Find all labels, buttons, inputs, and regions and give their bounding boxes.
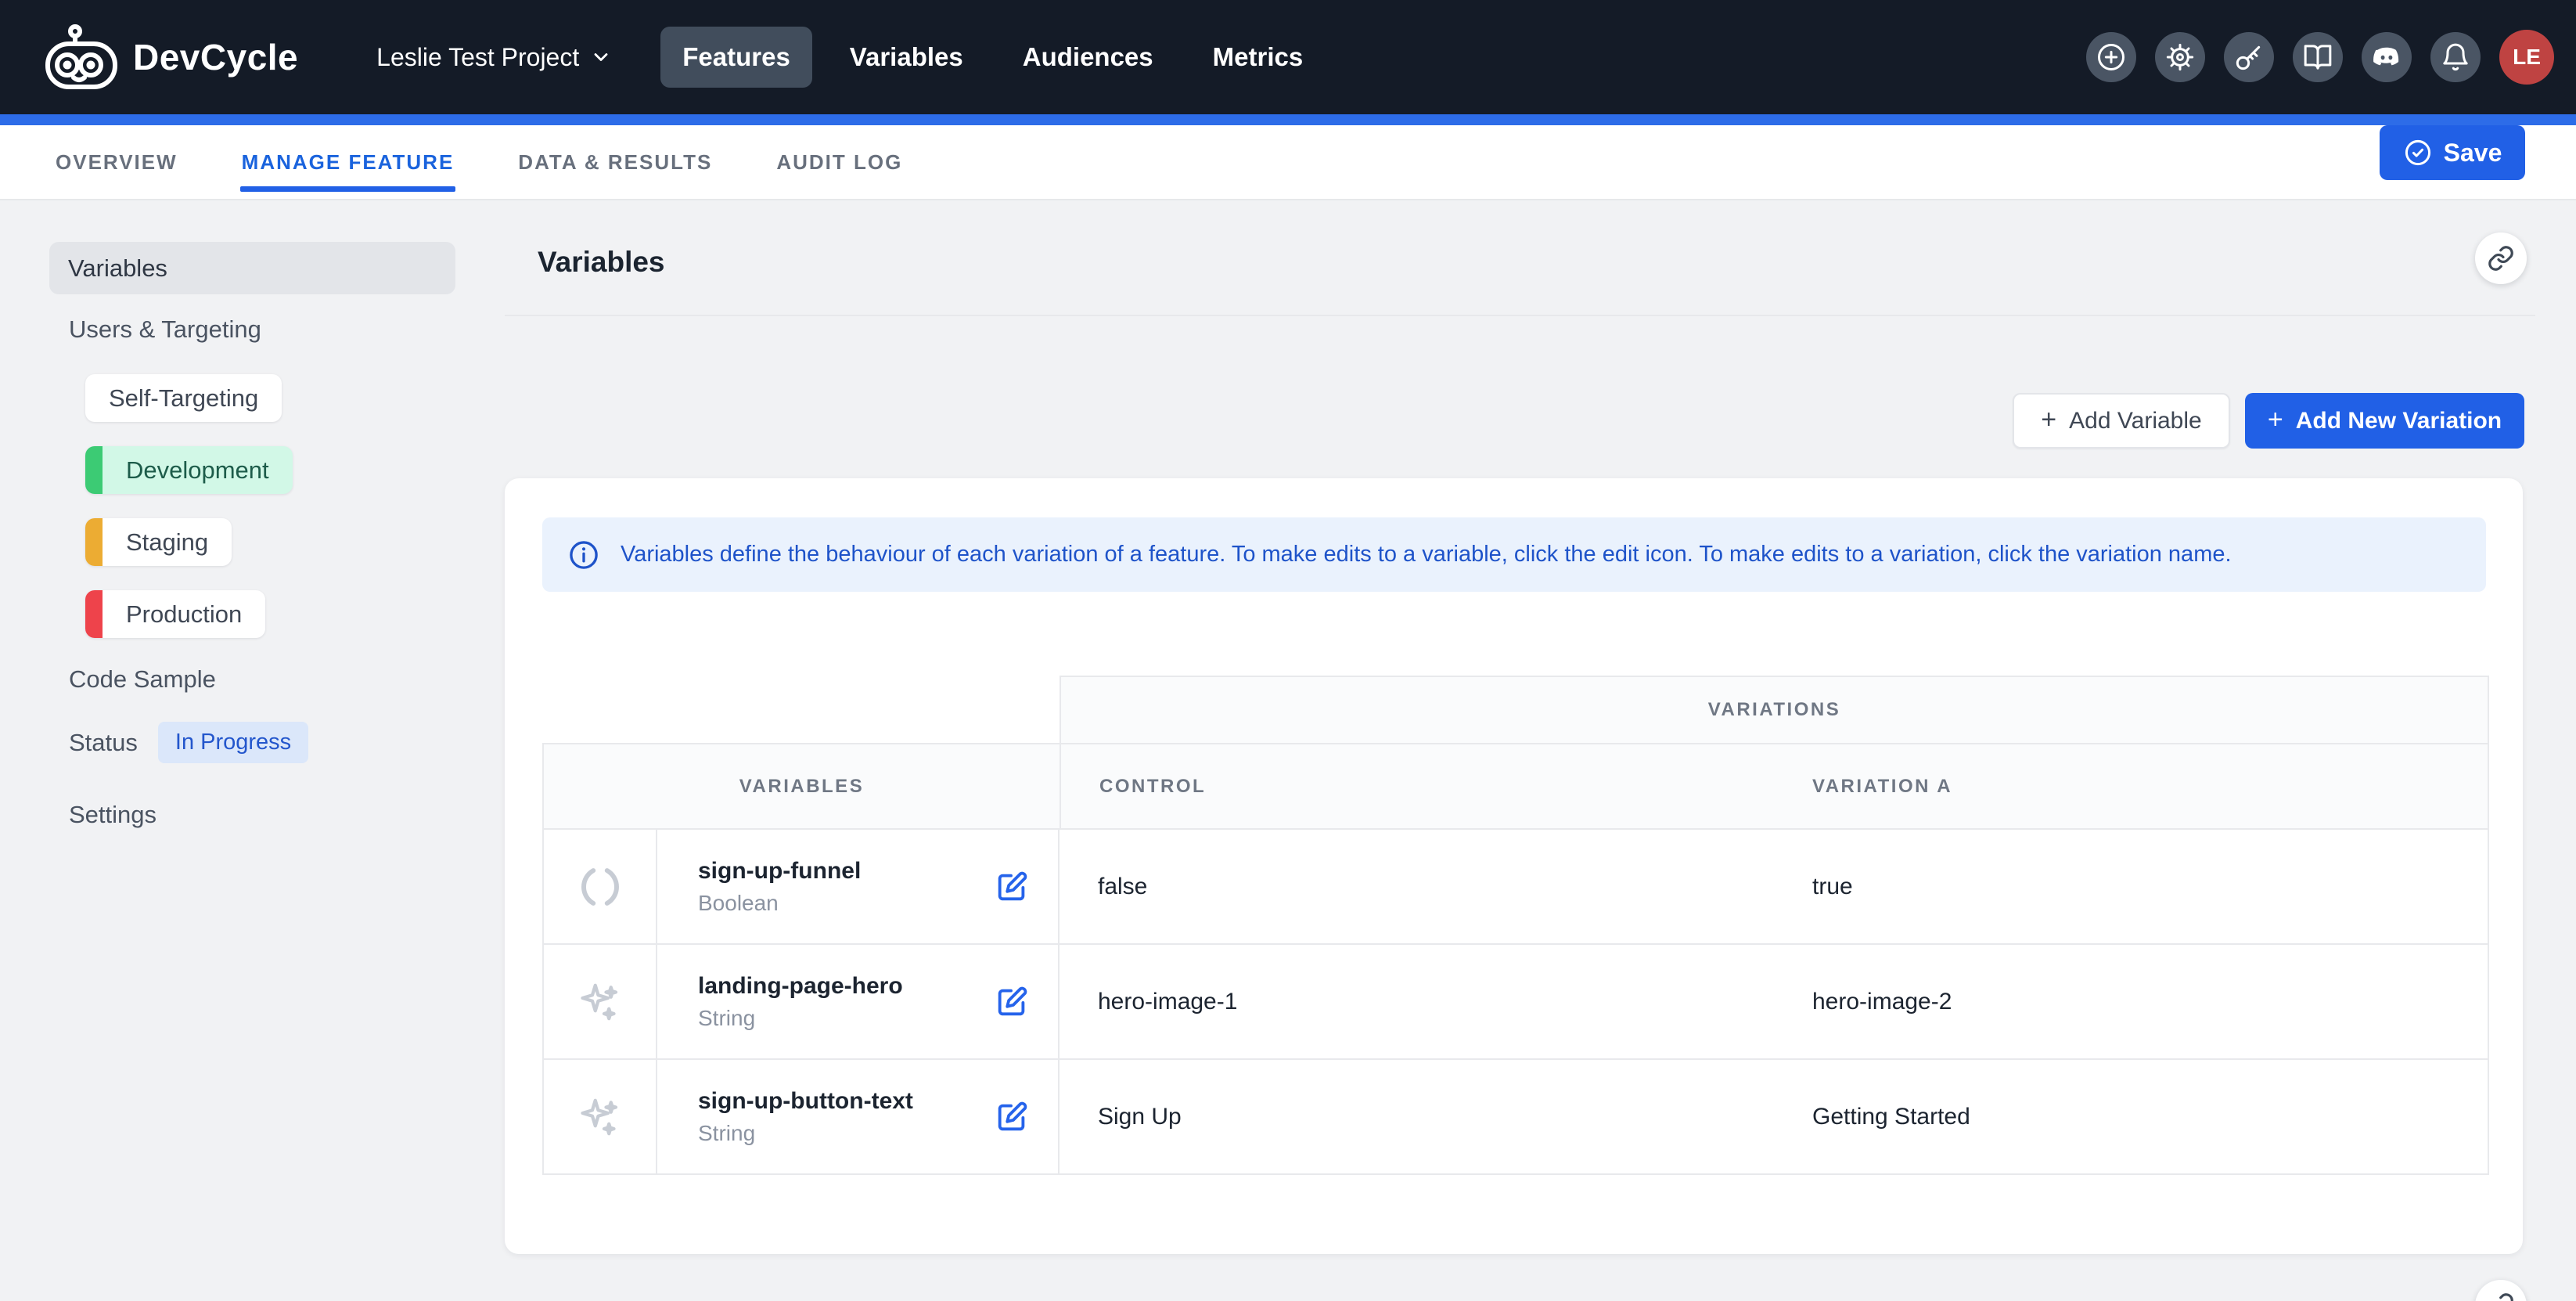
- code-sample-label: Code Sample: [69, 665, 216, 693]
- gear-icon[interactable]: [2155, 32, 2205, 82]
- user-avatar[interactable]: LE: [2499, 30, 2554, 85]
- accent-progress-bar: [0, 114, 2576, 125]
- env-development-label: Development: [103, 446, 293, 494]
- edit-pencil-icon: [994, 1099, 1030, 1135]
- section-header-divider: [505, 315, 2535, 316]
- variations-group-header: VARIATIONS: [1060, 676, 2489, 743]
- sidebar-item-variables[interactable]: Variables: [49, 242, 455, 294]
- column-header-control: CONTROL: [1060, 743, 1774, 830]
- column-header-variation-a: VARIATION A: [1774, 743, 2489, 830]
- table-row-type-cell: [542, 830, 657, 945]
- key-icon[interactable]: [2224, 32, 2274, 82]
- variation-a-value-cell: Getting Started: [1774, 1060, 2489, 1175]
- add-variable-label: Add Variable: [2069, 408, 2202, 434]
- edit-pencil-icon: [994, 869, 1030, 905]
- variables-table: VARIATIONS VARIABLES CONTROL VARIATION A…: [542, 676, 2489, 1175]
- sparkles-icon: [577, 978, 624, 1025]
- add-circle-icon[interactable]: [2086, 32, 2136, 82]
- sidebar-item-env-development[interactable]: Development: [85, 446, 293, 494]
- nav-item-metrics[interactable]: Metrics: [1191, 27, 1326, 88]
- sparkles-icon: [577, 1094, 624, 1141]
- sidebar-item-status: Status In Progress: [69, 722, 308, 763]
- column-header-variables: VARIABLES: [542, 743, 1060, 830]
- add-new-variation-label: Add New Variation: [2296, 408, 2502, 434]
- env-production-label: Production: [103, 590, 265, 638]
- sidebar-item-env-staging[interactable]: Staging: [85, 518, 232, 566]
- table-spacer-cell: [542, 676, 1060, 743]
- devcycle-robot-logo-icon: [44, 23, 119, 91]
- add-variable-button[interactable]: + Add Variable: [2013, 393, 2230, 449]
- control-value-cell: Sign Up: [1060, 1060, 1774, 1175]
- check-circle-icon: [2403, 138, 2433, 168]
- discord-icon[interactable]: [2362, 32, 2412, 82]
- edit-pencil-icon: [994, 984, 1030, 1020]
- project-name: Leslie Test Project: [376, 43, 579, 72]
- table-row-variable-cell: sign-up-button-text String: [657, 1060, 1060, 1175]
- feature-tabs: OVERVIEW MANAGE FEATURE DATA & RESULTS A…: [0, 125, 2576, 200]
- users-targeting-label: Users & Targeting: [69, 315, 261, 343]
- link-icon: [2487, 244, 2515, 272]
- next-section-link-button[interactable]: [2475, 1280, 2527, 1301]
- section-title: Variables: [538, 246, 665, 279]
- edit-variable-button[interactable]: [994, 869, 1030, 905]
- control-value-cell: false: [1060, 830, 1774, 945]
- plus-icon: +: [2268, 406, 2283, 433]
- tab-audit-log[interactable]: AUDIT LOG: [775, 130, 904, 195]
- status-badge[interactable]: In Progress: [158, 722, 308, 763]
- sidebar-item-code-sample[interactable]: Code Sample: [69, 665, 216, 694]
- env-production-color-bar: [85, 590, 103, 638]
- edit-variable-button[interactable]: [994, 984, 1030, 1020]
- plus-icon: +: [2041, 406, 2056, 433]
- tab-data-results[interactable]: DATA & RESULTS: [516, 130, 714, 195]
- add-new-variation-button[interactable]: + Add New Variation: [2245, 393, 2524, 449]
- nav-item-variables[interactable]: Variables: [828, 27, 985, 88]
- table-row-variable-cell: sign-up-funnel Boolean: [657, 830, 1060, 945]
- nav-item-features[interactable]: Features: [660, 27, 812, 88]
- info-icon: [567, 539, 600, 571]
- variables-card: Variables define the behaviour of each v…: [505, 478, 2523, 1254]
- edit-variable-button[interactable]: [994, 1099, 1030, 1135]
- boolean-icon: [576, 863, 624, 911]
- brand[interactable]: DevCycle: [44, 23, 298, 91]
- project-selector[interactable]: Leslie Test Project: [376, 43, 612, 72]
- table-row-type-cell: [542, 1060, 657, 1175]
- info-banner: Variables define the behaviour of each v…: [542, 517, 2486, 592]
- book-icon[interactable]: [2293, 32, 2343, 82]
- control-value-cell: hero-image-1: [1060, 945, 1774, 1060]
- status-label: Status: [69, 729, 138, 757]
- env-staging-color-bar: [85, 518, 103, 566]
- chevron-down-icon: [590, 46, 612, 68]
- table-row-type-cell: [542, 945, 657, 1060]
- nav-item-audiences[interactable]: Audiences: [1001, 27, 1175, 88]
- env-development-color-bar: [85, 446, 103, 494]
- self-targeting-label: Self-Targeting: [85, 374, 282, 422]
- bell-icon[interactable]: [2430, 32, 2481, 82]
- info-banner-text: Variables define the behaviour of each v…: [621, 542, 2232, 568]
- env-staging-label: Staging: [103, 518, 232, 566]
- sidebar-item-self-targeting[interactable]: Self-Targeting: [85, 374, 282, 422]
- tab-manage-feature[interactable]: MANAGE FEATURE: [240, 130, 456, 195]
- link-icon: [2487, 1292, 2515, 1301]
- sidebar-item-env-production[interactable]: Production: [85, 590, 265, 638]
- page-content: Variables Users & Targeting Self-Targeti…: [0, 200, 2576, 1301]
- variation-a-value-cell: hero-image-2: [1774, 945, 2489, 1060]
- save-button-label: Save: [2444, 139, 2502, 168]
- save-button[interactable]: Save: [2380, 125, 2525, 180]
- sidebar-item-users-targeting[interactable]: Users & Targeting: [69, 315, 261, 344]
- sidebar-item-settings[interactable]: Settings: [69, 801, 157, 829]
- variation-a-value-cell: true: [1774, 830, 2489, 945]
- table-row-variable-cell: landing-page-hero String: [657, 945, 1060, 1060]
- settings-label: Settings: [69, 801, 157, 828]
- section-link-button[interactable]: [2475, 232, 2527, 284]
- brand-name: DevCycle: [133, 36, 298, 78]
- nav-actions: LE: [2086, 0, 2554, 114]
- sidebar-variables-label: Variables: [68, 254, 167, 283]
- tab-overview[interactable]: OVERVIEW: [54, 130, 179, 195]
- nav-menu: Features Variables Audiences Metrics: [660, 27, 1325, 88]
- top-nav: DevCycle Leslie Test Project Features Va…: [0, 0, 2576, 114]
